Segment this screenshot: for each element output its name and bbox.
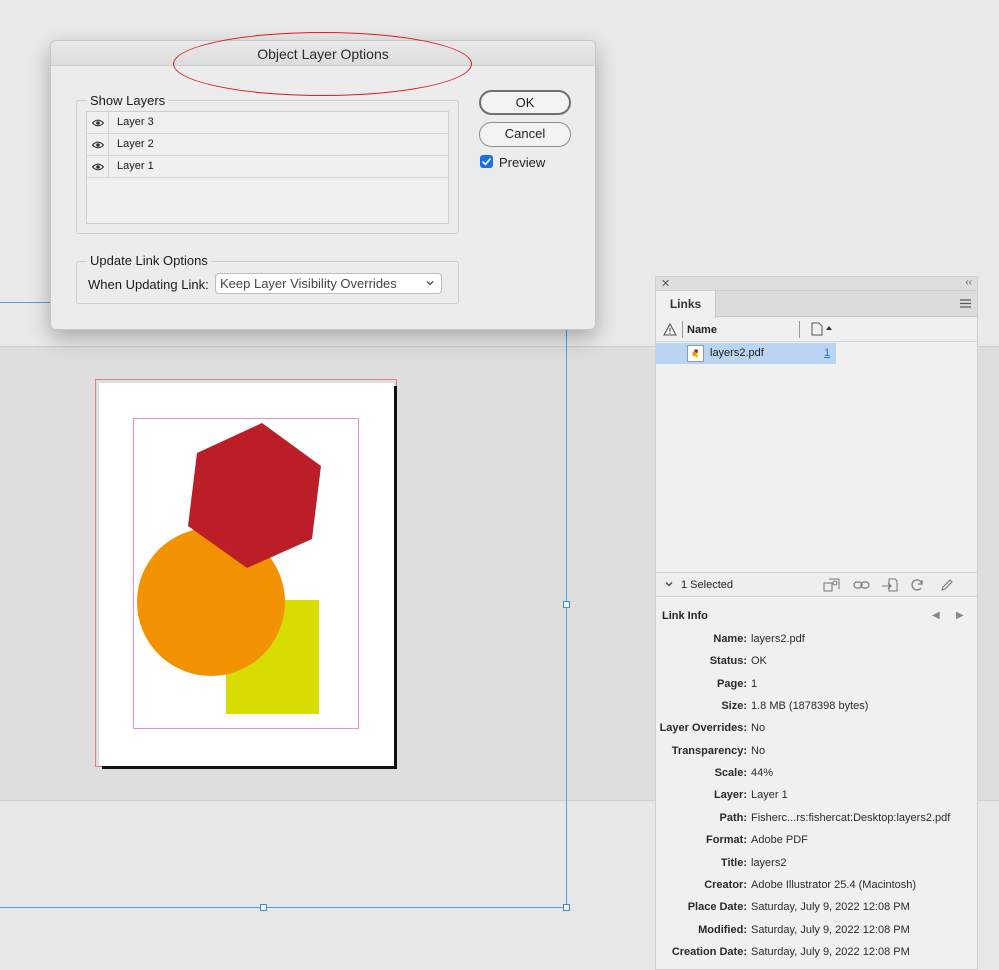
previous-link-icon[interactable]: ◀	[932, 610, 940, 621]
update-link-icon[interactable]	[908, 577, 926, 593]
link-info-value: 44%	[751, 767, 774, 780]
link-info-row: Path: Fisherc...rs:fishercat:Desktop:laye…	[656, 812, 977, 828]
layer-row[interactable]: Layer 3	[87, 112, 448, 134]
link-info-value: Saturday, July 9, 2022 12:08 PM	[751, 901, 910, 914]
link-info-row: Modified: Saturday, July 9, 2022 12:08 PM	[656, 924, 977, 940]
link-info-value: Adobe Illustrator 25.4 (Macintosh)	[751, 878, 917, 891]
link-info-row: Layer Overrides: No	[656, 722, 977, 738]
warning-icon[interactable]	[663, 323, 677, 336]
when-updating-label: When Updating Link:	[88, 277, 209, 292]
link-info-row: Format: Adobe PDF	[656, 834, 977, 850]
preview-label[interactable]: Preview	[499, 155, 545, 170]
checkmark-icon	[482, 157, 491, 165]
eye-icon[interactable]	[87, 156, 109, 178]
link-row[interactable]: layers2.pdf 1	[656, 343, 836, 364]
link-info-row: Transparency: No	[656, 745, 977, 761]
link-info-label: Layer:	[713, 789, 747, 802]
link-info-value: 1.8 MB (1878398 bytes)	[751, 700, 869, 713]
link-info-label: Format:	[706, 834, 747, 847]
chevron-down-icon[interactable]	[664, 579, 674, 589]
link-info-value: layers2.pdf	[751, 633, 805, 645]
link-info-title: Link Info	[662, 610, 708, 622]
link-info-row: Scale: 44%	[656, 767, 977, 783]
link-info-value: 1	[751, 677, 758, 690]
link-info-row: Layer: Layer 1	[656, 789, 977, 805]
show-layers-label: Show Layers	[87, 93, 169, 108]
layers-list: Layer 3 Layer 2 Layer 1	[86, 111, 449, 224]
link-info-label: Creator:	[704, 878, 747, 891]
link-info-value: Adobe PDF	[751, 834, 808, 847]
next-link-icon[interactable]: ▶	[956, 610, 964, 621]
link-info-value: No	[751, 722, 766, 735]
link-info-row: Creation Date: Saturday, July 9, 2022 12:…	[656, 946, 977, 962]
chevron-down-icon	[426, 281, 434, 286]
preview-checkbox[interactable]	[480, 155, 493, 168]
layer-name: Layer 2	[117, 138, 154, 150]
link-info-label: Size:	[721, 700, 747, 713]
tab-links[interactable]: Links	[656, 291, 716, 318]
header-separator	[799, 321, 800, 338]
update-link-options-label: Update Link Options	[87, 253, 211, 268]
link-info-label: Name:	[713, 633, 747, 645]
eye-icon[interactable]	[87, 134, 109, 156]
link-info-row: Creator: Adobe Illustrator 25.4 (Macintos…	[656, 879, 977, 895]
go-to-link-icon[interactable]	[880, 577, 898, 593]
link-info-value: Saturday, July 9, 2022 12:08 PM	[751, 945, 910, 958]
layer-row[interactable]: Layer 1	[87, 156, 448, 178]
link-info-label: Transparency:	[671, 744, 747, 757]
link-info-label: Title:	[720, 856, 747, 869]
link-info-label: Creation Date:	[671, 945, 747, 958]
link-info-header: Link Info ◀ ▶	[656, 605, 977, 627]
layer-row[interactable]: Layer 2	[87, 134, 448, 156]
link-info-row: Page: 1	[656, 678, 977, 694]
link-info-value: Layer 1	[751, 789, 788, 802]
links-list-header: Name	[656, 318, 977, 342]
link-info-value: Fisherc...rs:fishercat:Desktop:layers2.p…	[751, 811, 951, 824]
ok-button[interactable]: OK	[479, 90, 571, 115]
link-page-link[interactable]: 1	[824, 347, 830, 359]
link-info-row: Place Date: Saturday, July 9, 2022 12:08 …	[656, 901, 977, 917]
cancel-button[interactable]: Cancel	[479, 122, 571, 147]
object-layer-options-dialog: Object Layer Options Show Layers Layer 3…	[50, 32, 596, 330]
link-info-value: layers2	[751, 856, 787, 869]
edit-original-icon[interactable]	[938, 577, 956, 593]
link-name: layers2.pdf	[710, 347, 764, 359]
link-info-label: Page:	[717, 677, 747, 690]
link-info-value: No	[751, 744, 766, 757]
links-panel: ✕ ‹‹ Links Name layers2.pdf 1 1 Selected	[655, 276, 978, 970]
page-sort-icon[interactable]	[811, 322, 835, 336]
relink-icon[interactable]	[852, 577, 870, 593]
when-updating-value: Keep Layer Visibility Overrides	[220, 276, 397, 291]
collapse-icon[interactable]: ‹‹	[965, 277, 972, 288]
link-info-row: Name: layers2.pdf	[656, 633, 977, 649]
name-column-header[interactable]: Name	[687, 324, 717, 336]
title-annotation-ellipse	[173, 32, 472, 96]
layer-name: Layer 1	[117, 160, 154, 172]
panel-menu-icon[interactable]	[960, 299, 971, 308]
links-status-bar: 1 Selected	[656, 572, 977, 597]
link-info-value: OK	[751, 655, 767, 668]
link-info-label: Path:	[719, 811, 748, 824]
panel-tabbar: Links	[656, 291, 977, 318]
layer-name: Layer 3	[117, 116, 154, 128]
link-thumbnail	[687, 345, 704, 362]
when-updating-select[interactable]: Keep Layer Visibility Overrides	[215, 273, 442, 294]
close-icon[interactable]: ✕	[661, 277, 670, 290]
link-info-label: Scale:	[714, 767, 747, 780]
header-separator	[682, 321, 683, 338]
link-info-row: Size: 1.8 MB (1878398 bytes)	[656, 700, 977, 716]
link-info-row: Title: layers2	[656, 857, 977, 873]
link-info-label: Modified:	[698, 923, 747, 936]
page-margin-guide	[133, 418, 359, 729]
eye-icon[interactable]	[87, 112, 109, 134]
selected-count: 1 Selected	[681, 579, 733, 591]
link-info-label: Status:	[709, 655, 747, 668]
link-info-value: Saturday, July 9, 2022 12:08 PM	[751, 923, 910, 936]
link-info-label: Layer Overrides:	[659, 722, 747, 735]
link-info-label: Place Date:	[687, 901, 747, 914]
link-info-row: Status: OK	[656, 655, 977, 671]
relink-from-cc-icon[interactable]	[822, 577, 840, 593]
panel-topbar[interactable]: ✕ ‹‹	[656, 277, 977, 291]
